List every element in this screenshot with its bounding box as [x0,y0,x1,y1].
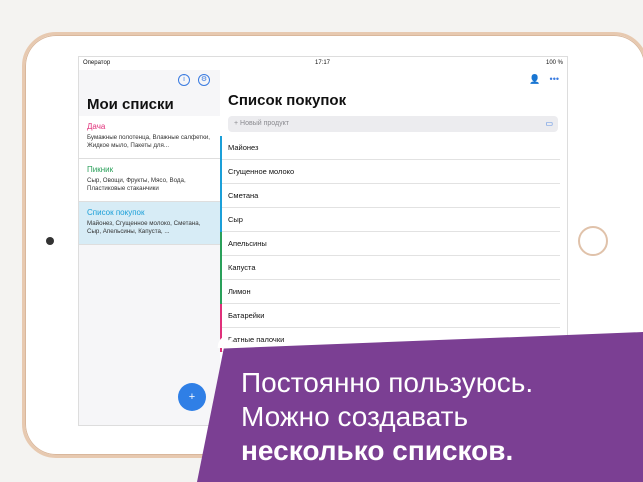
list-row[interactable]: Батарейки [220,304,560,328]
list-item[interactable]: Пикник Сыр, Овощи, Фрукты, Мясо, Вода, Пл… [79,159,220,202]
item-label: Лимон [228,287,251,296]
gear-icon[interactable]: ⚙ [198,74,210,86]
list-preview: Бумажные полотенца, Влажные салфетки, Жи… [87,134,211,149]
list-item[interactable]: Список покупок Майонез, Сгущенное молоко,… [79,202,220,245]
list-item[interactable]: Дача Бумажные полотенца, Влажные салфетки… [79,116,220,159]
info-icon[interactable]: i [178,74,190,86]
more-icon[interactable]: ••• [550,74,559,85]
item-label: Капуста [228,263,256,272]
promo-line-3: несколько списков. [241,435,514,466]
page-title: Список покупок [228,92,347,109]
category-bar [220,304,222,328]
list-row[interactable]: Сыр [220,208,560,232]
item-label: Батарейки [228,311,265,320]
item-label: Майонез [228,143,259,152]
promo-line-1: Постоянно пользуюсь. [241,367,534,398]
promo-line-2: Можно создавать [241,401,469,432]
item-label: Сметана [228,191,259,200]
category-bar [220,136,222,160]
book-icon[interactable]: ▭ [545,116,553,132]
list-row[interactable]: Майонез [220,136,560,160]
list-row[interactable]: Капуста [220,256,560,280]
list-row[interactable]: Сгущенное молоко [220,160,560,184]
list-title: Дача [87,122,106,131]
quote-mark: “ [213,328,237,382]
category-bar [220,256,222,280]
sidebar: i ⚙ Мои списки Дача Бумажные полотенца, В… [79,70,221,425]
share-user-icon[interactable]: 👤 [529,74,540,85]
carrier-label: Оператор [83,60,111,66]
list-title: Пикник [87,165,114,174]
list-title: Список покупок [87,208,145,217]
list-preview: Майонез, Сгущенное молоко, Сметана, Сыр,… [87,220,201,235]
category-bar [220,160,222,184]
battery-label: 100 % [545,60,563,66]
new-item-input[interactable]: + Новый продукт ▭ [228,116,558,132]
category-bar [220,184,222,208]
list-row[interactable]: Апельсины [220,232,560,256]
category-bar [220,208,222,232]
item-label: Сыр [228,215,243,224]
new-item-placeholder: + Новый продукт [234,120,289,127]
clock: 17:17 [315,60,331,66]
home-button[interactable] [578,226,608,256]
list-row[interactable]: Сметана [220,184,560,208]
item-label: Сгущенное молоко [228,167,295,176]
status-bar: Оператор 17:17 100 % [79,57,567,70]
sidebar-title: Мои списки [87,96,174,113]
list-row[interactable]: Лимон [220,280,560,304]
add-list-button[interactable]: + [178,383,206,411]
category-bar [220,280,222,304]
item-label: Апельсины [228,239,267,248]
camera-icon [46,237,54,245]
items-list: Майонез Сгущенное молоко Сметана Сыр Апельси… [220,136,560,352]
promo-text: Постоянно пользуюсь. Можно создавать нес… [241,366,641,468]
list-preview: Сыр, Овощи, Фрукты, Мясо, Вода, Пластико… [87,177,186,192]
category-bar [220,232,222,256]
lists-list: Дача Бумажные полотенца, Влажные салфетки… [79,116,220,245]
